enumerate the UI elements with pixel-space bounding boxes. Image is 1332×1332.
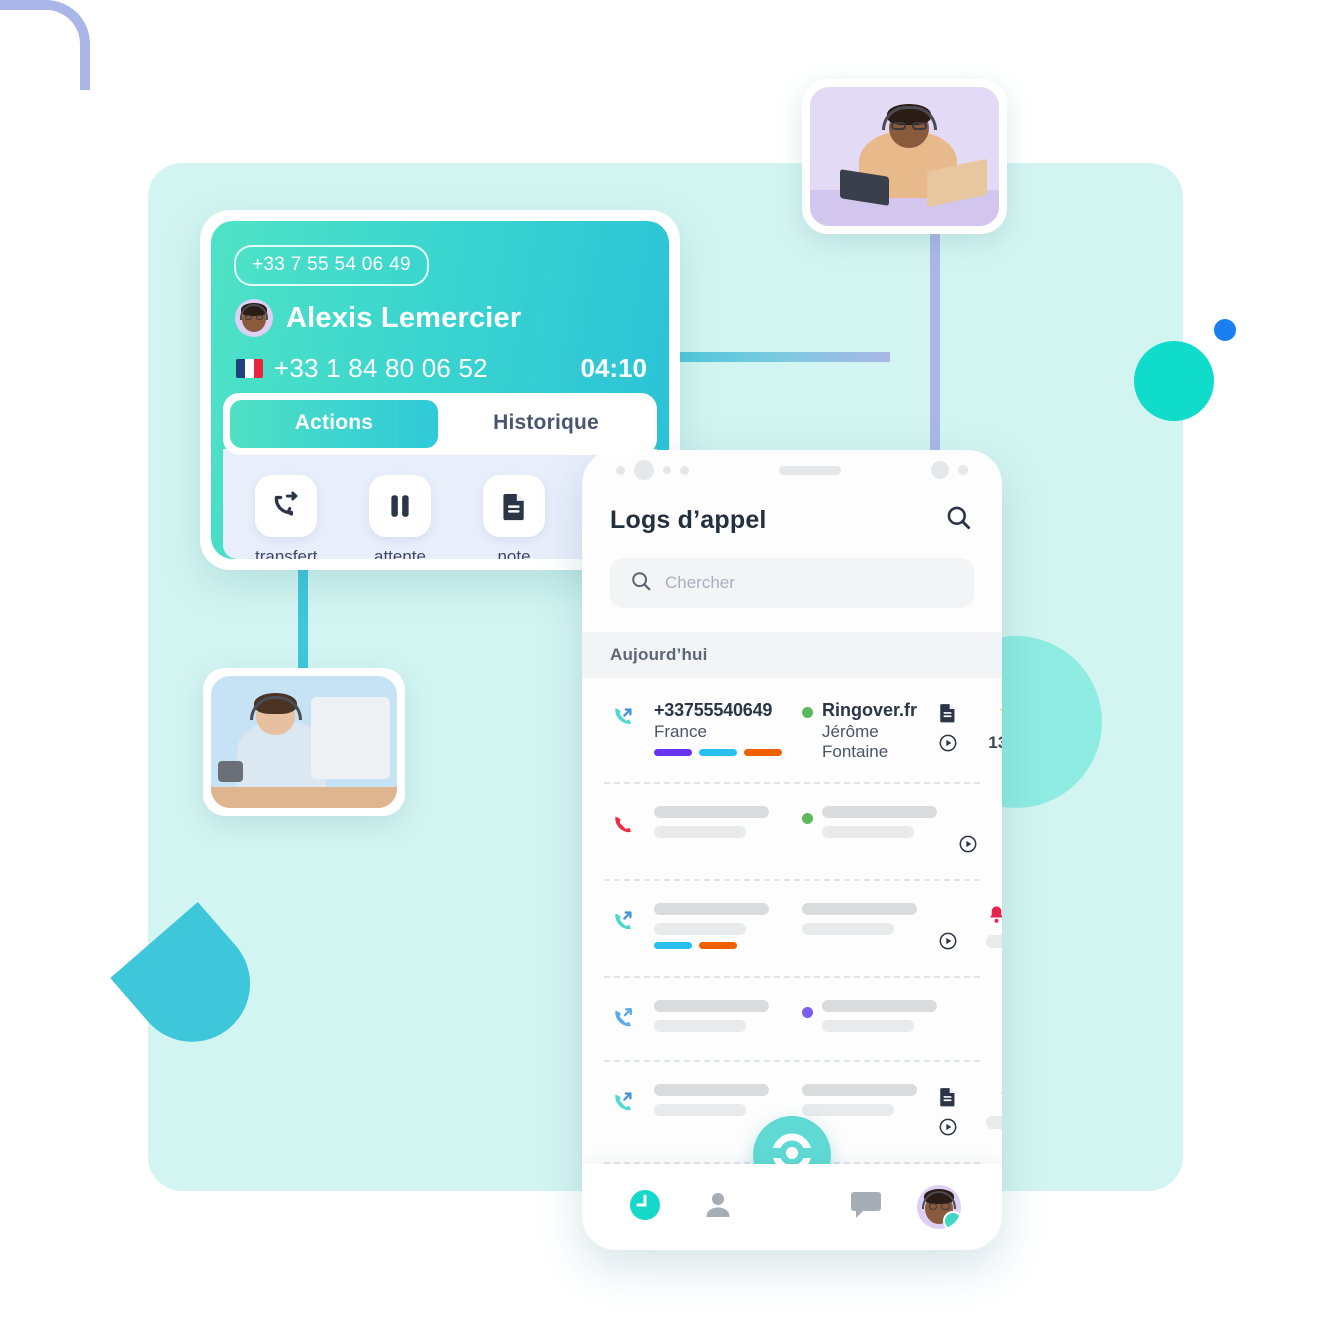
star-icon[interactable]: [998, 700, 1002, 728]
log-media-column: [931, 1084, 965, 1142]
bell-icon[interactable]: [988, 905, 1002, 929]
status-dot: [802, 707, 813, 718]
log-org-column: [802, 1084, 917, 1116]
note-document-icon[interactable]: [939, 1086, 957, 1112]
play-recording-icon[interactable]: [938, 733, 958, 758]
table-row[interactable]: [604, 881, 1002, 978]
call-card-tabs: Actions Historique: [223, 393, 657, 455]
star-icon[interactable]: [999, 1084, 1002, 1111]
search-icon[interactable]: [945, 504, 972, 536]
log-meta-column: [999, 806, 1002, 851]
call-missed-icon: [610, 806, 640, 842]
callee-row: +33 1 84 80 06 52 04:10: [236, 353, 647, 384]
table-row[interactable]: [604, 784, 980, 881]
log-meta-column: 13:32: [979, 700, 1002, 753]
decor-circle-teal: [1134, 341, 1214, 421]
log-number-column: [654, 1084, 788, 1116]
log-org-column: [802, 903, 917, 935]
call-logs-panel: Logs d’appel Chercher Aujourd’hui +33755…: [582, 450, 1002, 1250]
search-input[interactable]: Chercher: [610, 558, 974, 608]
log-meta-column: [979, 1084, 1002, 1129]
connector-line-horizontal: [660, 352, 890, 362]
tab-logs[interactable]: [620, 1182, 670, 1232]
call-incoming-icon: [610, 903, 640, 939]
action-attente[interactable]: attente: [369, 475, 431, 559]
note-document-icon: [483, 475, 545, 537]
panel-header: Logs d’appel: [582, 490, 1002, 536]
search-icon: [630, 570, 652, 597]
connector-line-left: [298, 565, 308, 685]
log-org-column: Ringover.fr Jérôme Fontaine: [802, 700, 917, 762]
status-dot: [802, 1007, 813, 1018]
call-transfer-icon: [255, 475, 317, 537]
log-media-column: [951, 806, 985, 859]
phone-status-bar: [582, 450, 1002, 490]
action-label: attente: [374, 547, 426, 559]
action-label: note: [497, 547, 531, 559]
search-placeholder: Chercher: [665, 573, 735, 592]
log-time: 13:32: [988, 733, 1002, 752]
connector-line-right: [930, 230, 940, 452]
connector-line-elbow: [0, 0, 90, 90]
log-tags: [654, 942, 788, 949]
photo-frame: [211, 676, 397, 808]
tab-contacts[interactable]: [693, 1182, 743, 1232]
status-badge: [943, 1211, 962, 1229]
action-label: transfert: [255, 547, 318, 559]
log-country: France: [654, 722, 707, 741]
decor-dot-blue: [1214, 319, 1236, 341]
log-number: +33755540649: [654, 700, 773, 720]
log-number-column: [654, 1000, 788, 1032]
table-row[interactable]: +33755540649 France Ringover.fr Jérôme F…: [604, 678, 1002, 784]
caller-name: Alexis Lemercier: [286, 301, 522, 334]
log-meta-column: [999, 1000, 1002, 1040]
log-agent: Jérôme Fontaine: [822, 722, 889, 761]
section-header-today: Aujourd’hui: [582, 632, 1002, 678]
page-title: Logs d’appel: [610, 505, 767, 534]
log-media-column: [951, 1000, 985, 1002]
log-org: Ringover.fr: [822, 700, 918, 720]
log-meta-column: [979, 903, 1002, 948]
table-row[interactable]: [604, 978, 980, 1062]
chat-bubble-icon: [850, 1190, 882, 1225]
bottom-navigation: [582, 1164, 1002, 1250]
call-incoming-icon: [610, 700, 640, 736]
call-timer: 04:10: [580, 353, 648, 383]
callee-number: +33 1 84 80 06 52: [274, 353, 488, 383]
agent-photo-top-right: [802, 79, 1007, 234]
log-media-column: [931, 700, 965, 758]
action-note[interactable]: note: [483, 475, 545, 559]
clock-icon: [627, 1187, 663, 1228]
pause-icon: [369, 475, 431, 537]
avatar: [235, 299, 273, 337]
tab-messages[interactable]: [841, 1182, 891, 1232]
status-dot: [802, 813, 813, 824]
person-icon: [702, 1189, 734, 1226]
photo-frame: [810, 87, 999, 226]
fr-flag-icon: [236, 359, 263, 378]
action-transfert[interactable]: transfert: [255, 475, 317, 559]
play-recording-icon[interactable]: [938, 1117, 958, 1142]
log-media-column: [931, 903, 965, 956]
caller-row: Alexis Lemercier: [235, 299, 521, 337]
note-document-icon[interactable]: [939, 702, 957, 728]
agent-photo-bottom-left: [203, 668, 405, 816]
tab-actions[interactable]: Actions: [230, 400, 438, 448]
tab-historique[interactable]: Historique: [442, 400, 650, 448]
log-number-column: [654, 903, 788, 949]
tab-dialer-spacer: [767, 1182, 817, 1232]
log-org-column: [802, 806, 937, 838]
tab-profile[interactable]: [914, 1182, 964, 1232]
call-incoming-icon: [610, 1084, 640, 1120]
caller-number-pill[interactable]: +33 7 55 54 06 49: [234, 245, 429, 286]
log-tags: [654, 749, 788, 756]
log-number-column: [654, 806, 788, 838]
log-org-column: [802, 1000, 937, 1032]
user-avatar: [917, 1185, 962, 1229]
scene-root: +33 7 55 54 06 49 Alexis Lemercier +33 1…: [0, 0, 1332, 1332]
play-recording-icon[interactable]: [958, 834, 978, 859]
log-number-column: +33755540649 France: [654, 700, 788, 756]
call-outgoing-icon: [610, 1000, 640, 1036]
play-recording-icon[interactable]: [938, 931, 958, 956]
